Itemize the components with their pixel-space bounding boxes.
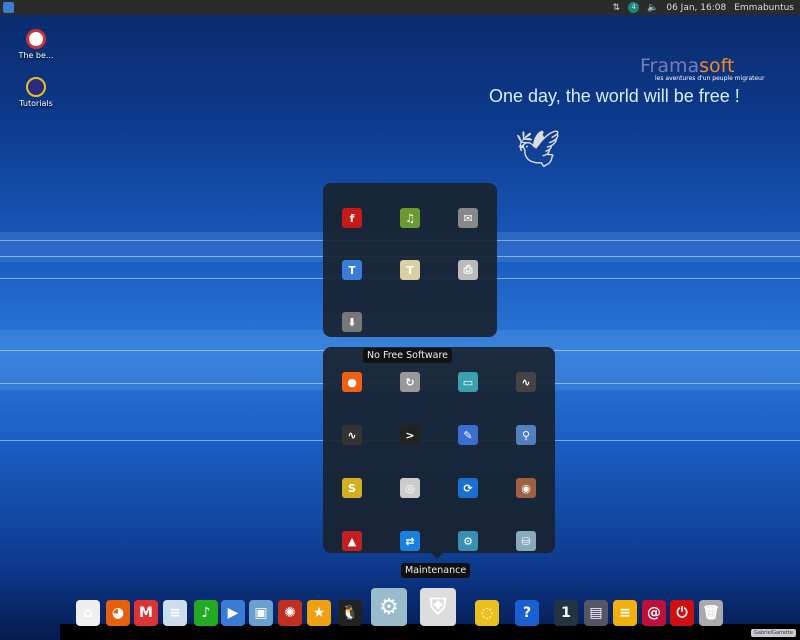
backup-icon[interactable]: ● <box>342 372 362 392</box>
network-icon[interactable]: ⇅ <box>613 3 621 13</box>
sync-icon[interactable]: ⟳ <box>458 478 478 498</box>
system-info-icon[interactable]: S <box>342 478 362 498</box>
linux-icon[interactable]: 🐧 <box>338 600 362 626</box>
desktop-icon-label: Tutorials <box>19 99 53 108</box>
dock-shelf <box>60 624 800 640</box>
power-icon[interactable]: ⏻ <box>670 600 694 626</box>
debian-icon[interactable]: @ <box>642 600 666 626</box>
launcher-popup-maintenance: ● ↻ ▭ ∿ ∿ > ✎ ⚲ S ◎ ⟳ ◉ ▲ ⇄ ⚙ ⛁ <box>323 347 555 553</box>
framasoft-logo: Framasoft <box>640 55 735 77</box>
volume-icon[interactable]: 🔈 <box>647 3 658 13</box>
workspaces-icon[interactable]: 1 <box>554 600 578 626</box>
wallpaper-signature: GabrielGarrette <box>751 629 796 637</box>
cleaner-icon[interactable]: ✎ <box>458 425 478 445</box>
mail-icon[interactable]: M <box>134 600 158 626</box>
favorites-icon[interactable]: ★ <box>307 600 331 626</box>
disk-backup-icon[interactable]: ⛁ <box>516 531 536 551</box>
software-updater-icon[interactable]: ↻ <box>400 372 420 392</box>
clock[interactable]: 06 Jan, 16:08 <box>666 3 726 13</box>
tutorials-icon <box>26 77 46 97</box>
desktop-icon-label: The be... <box>18 51 54 60</box>
teamviewer-icon[interactable]: ⇄ <box>400 531 420 551</box>
desktop-icon-tutorials[interactable]: Tutorials <box>11 77 61 108</box>
debian-package-icon <box>26 29 46 49</box>
multimedia-icon[interactable]: ♪ <box>194 600 218 626</box>
printer-icon[interactable]: ⎙ <box>458 260 478 280</box>
disk-analyzer-icon[interactable]: ⚲ <box>516 425 536 445</box>
update-indicator[interactable]: 4 <box>628 2 640 13</box>
window-switcher-icon[interactable]: ▤ <box>584 600 608 626</box>
applications-menu-icon[interactable] <box>3 2 14 13</box>
internet-icon[interactable]: ✺ <box>278 600 302 626</box>
terminal-icon[interactable]: > <box>400 425 420 445</box>
wallpaper-slogan: One day, the world will be free ! <box>489 86 740 106</box>
office-icon[interactable]: ≡ <box>163 600 187 626</box>
maintenance-icon[interactable]: ⛨ <box>420 588 456 626</box>
package-icon[interactable]: ◎ <box>400 478 420 498</box>
photo-icon[interactable]: ▣ <box>249 600 273 626</box>
user-menu[interactable]: Emmabuntus <box>734 3 794 13</box>
install-software-icon[interactable]: ⬇ <box>342 312 362 332</box>
firefox-icon[interactable]: ◕ <box>106 600 130 626</box>
safe-icon[interactable]: ◉ <box>516 478 536 498</box>
desktop-icon-the-be[interactable]: The be... <box>11 29 61 60</box>
firewall-icon[interactable]: ▲ <box>342 531 362 551</box>
trash-icon[interactable]: 🗑 <box>699 600 723 626</box>
settings-icon[interactable]: ⚙ <box>371 588 407 626</box>
help-icon[interactable]: ? <box>515 600 539 626</box>
launcher-popup-top: f ♫ ✉ T T ⎙ ⬇ <box>323 183 497 337</box>
notes-icon[interactable]: ≡ <box>613 600 637 626</box>
font-viewer-icon[interactable]: T <box>342 260 362 280</box>
network-tools-icon[interactable]: ⚙ <box>458 531 478 551</box>
audio-editor-icon[interactable]: ♫ <box>400 208 420 228</box>
framasoft-tagline: les aventures d'un peuple migrateur <box>655 75 765 82</box>
video-icon[interactable]: ▶ <box>221 600 245 626</box>
tooltip-no-free-software: No Free Software <box>363 348 452 363</box>
font-manager-icon[interactable]: T <box>400 260 420 280</box>
top-panel: ⇅ 4 🔈 06 Jan, 16:08 Emmabuntus <box>0 0 800 15</box>
system-monitor-icon[interactable]: ∿ <box>516 372 536 392</box>
mail-settings-icon[interactable]: ✉ <box>458 208 478 228</box>
swallow-bird-icon: 🕊 <box>515 129 561 170</box>
home-icon[interactable]: ⌂ <box>76 600 100 626</box>
tooltip-maintenance: Maintenance <box>401 563 471 578</box>
tutorials-icon[interactable]: ◌ <box>475 600 499 626</box>
laptop-icon[interactable]: ▭ <box>458 372 478 392</box>
flash-icon[interactable]: f <box>342 208 362 228</box>
task-manager-icon[interactable]: ∿ <box>342 425 362 445</box>
